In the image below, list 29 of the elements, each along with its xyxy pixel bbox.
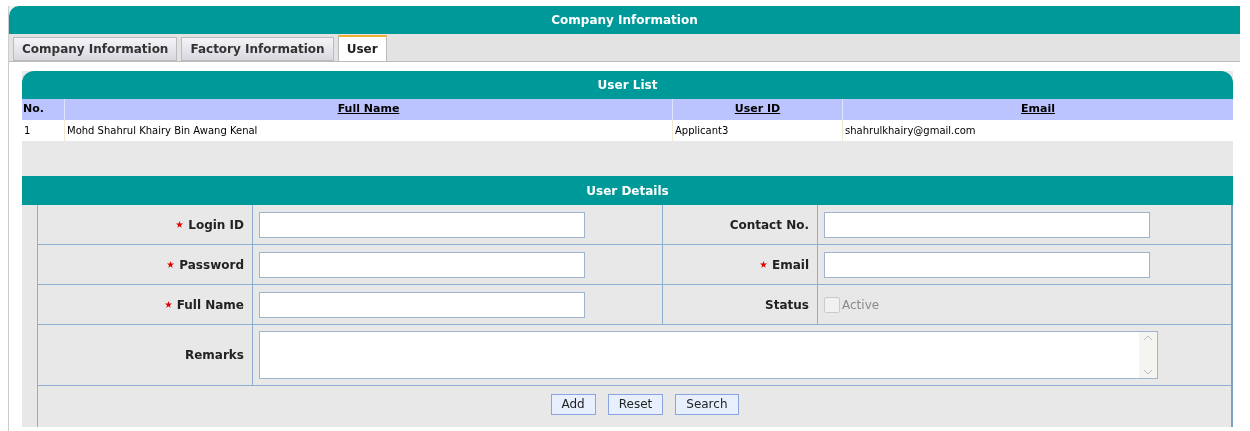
- section-header: User List: [22, 71, 1233, 99]
- text-field[interactable]: [824, 251, 1150, 278]
- text-field[interactable]: [259, 291, 585, 318]
- remarks-field[interactable]: [259, 331, 1158, 379]
- tab[interactable]: User: [337, 35, 387, 61]
- section-header: User Details: [22, 176, 1233, 205]
- scrollbar-icon: [1139, 332, 1157, 378]
- tab[interactable]: Company Information: [13, 37, 178, 61]
- text-field[interactable]: [824, 211, 1150, 238]
- form-button[interactable]: Search: [675, 393, 739, 415]
- tab[interactable]: Factory Information: [181, 37, 334, 61]
- field-label: Status: [765, 296, 809, 314]
- table-cell: Mohd Shahrul Khairy Bin Awang Kenal: [64, 120, 672, 141]
- field-label: Password: [179, 256, 244, 274]
- field-label: Contact No.: [729, 216, 809, 234]
- table-cell: shahrulkhairy@gmail.com: [842, 120, 1233, 141]
- checkbox-label: Active: [842, 296, 880, 314]
- form-button[interactable]: Add: [550, 393, 596, 415]
- column-header[interactable]: No.: [22, 99, 64, 120]
- field-label: Remarks: [184, 347, 244, 364]
- table-cell-text: 1: [23, 124, 32, 138]
- text-field[interactable]: [259, 211, 585, 238]
- field-label: Login ID: [188, 216, 244, 234]
- text-field[interactable]: [259, 251, 585, 278]
- panel-header: Company Information: [9, 6, 1240, 34]
- field-label: Email: [771, 256, 809, 274]
- table-cell: Applicant3: [672, 120, 842, 141]
- field-label: Full Name: [176, 296, 244, 314]
- form-button[interactable]: Reset: [607, 393, 664, 415]
